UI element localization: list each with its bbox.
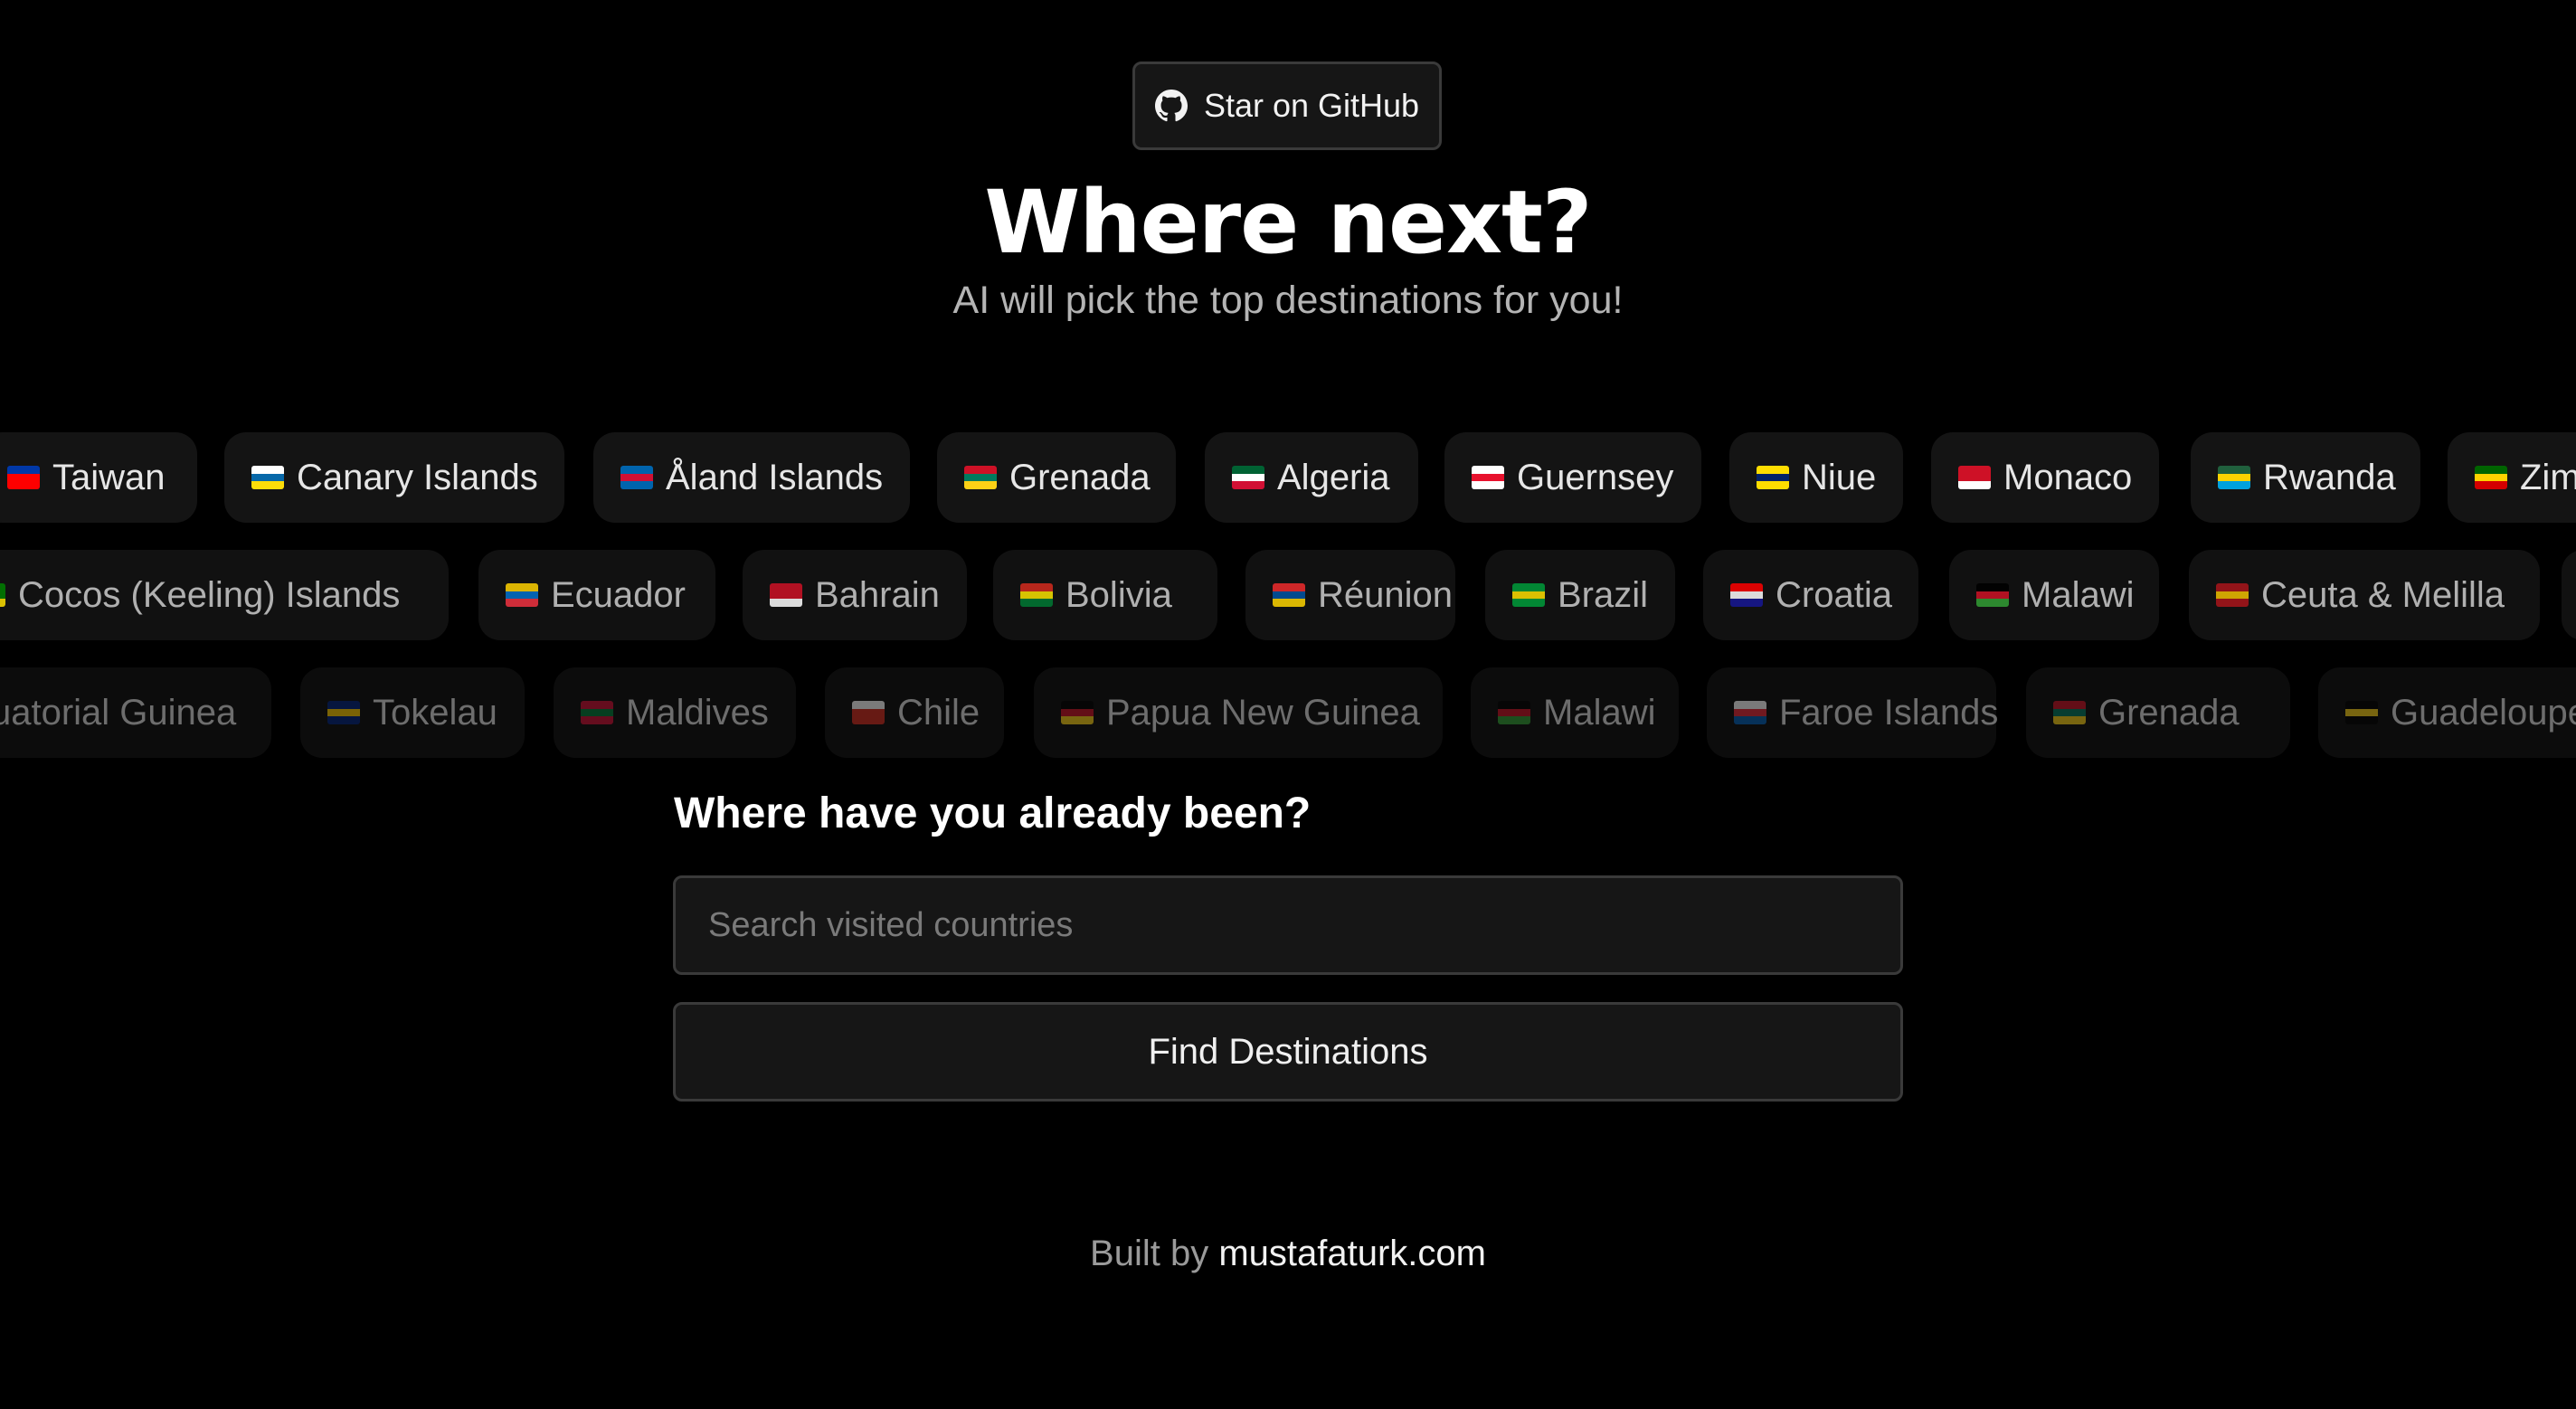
flag-icon: [1273, 583, 1305, 607]
destination-chip: Rwanda: [2191, 432, 2420, 523]
flag-icon: [2475, 466, 2507, 489]
footer-prefix: Built by: [1090, 1234, 1219, 1273]
destination-chip-label: Taiwan: [52, 457, 166, 497]
destination-chip: Zimbabwe: [2448, 432, 2576, 523]
flag-icon: [1232, 466, 1264, 489]
flag-icon: [2053, 701, 2086, 724]
destination-chip-label: Ecuador: [551, 574, 686, 615]
flag-icon: [1512, 583, 1545, 607]
destination-chip: Cocos (Keeling) Islands: [0, 550, 449, 640]
flag-icon: [1757, 466, 1789, 489]
flag-icon: [2218, 466, 2250, 489]
destination-chip-label: Bolivia: [1065, 574, 1172, 615]
destination-chip: Ecuador: [478, 550, 715, 640]
destination-chip-label: Ceuta & Melilla: [2261, 574, 2505, 615]
destination-chip: Chile: [825, 667, 1004, 758]
destination-chip: Grenada: [2026, 667, 2290, 758]
flag-icon: [1958, 466, 1991, 489]
flag-icon: [327, 701, 360, 724]
flag-icon: [0, 583, 5, 607]
destination-chip-label: Guernsey: [1517, 457, 1674, 497]
destination-chip: Réunion: [1245, 550, 1455, 640]
page: Star on GitHub Where next? AI will pick …: [0, 0, 2576, 1409]
flag-icon: [852, 701, 885, 724]
destination-chip: uatorial Guinea: [0, 667, 271, 758]
destination-chip: Faroe Islands: [1707, 667, 1999, 758]
destination-chip: Papua New Guinea: [1034, 667, 1443, 758]
destination-chip: Taiwan: [0, 432, 197, 523]
destination-chip: Guadeloupe: [2318, 667, 2576, 758]
destination-chip-label: Rwanda: [2263, 457, 2396, 497]
destination-chip: Bahrain: [743, 550, 967, 640]
destination-chip: Ceuta & Melilla: [2189, 550, 2540, 640]
flag-icon: [581, 701, 613, 724]
destination-chip: Åland Islands: [593, 432, 910, 523]
destination-chip-label: Algeria: [1277, 457, 1390, 497]
destination-chip-label: Chile: [897, 692, 980, 733]
destination-chip-label: Réunion: [1318, 574, 1454, 615]
destination-chip-label: Monaco: [2003, 457, 2133, 497]
flag-icon: [1061, 701, 1094, 724]
search-visited-input[interactable]: [673, 875, 1903, 975]
destination-chip: Malawi: [1471, 667, 1679, 758]
destination-chip-label: Guadeloupe: [2391, 692, 2576, 733]
destination-chip-label: Malawi: [1543, 692, 1656, 733]
flag-icon: [620, 466, 653, 489]
destination-chip-label: Croatia: [1776, 574, 1892, 615]
destination-chip-label: uatorial Guinea: [0, 692, 237, 733]
find-destinations-button[interactable]: Find Destinations: [673, 1002, 1903, 1102]
github-button-label: Star on GitHub: [1203, 87, 1420, 124]
flag-icon: [251, 466, 284, 489]
flag-icon: [1730, 583, 1763, 607]
flag-icon: [1498, 701, 1530, 724]
destination-chip: Malawi: [1949, 550, 2159, 640]
flag-icon: [1734, 701, 1766, 724]
star-on-github-button[interactable]: Star on GitHub: [1132, 61, 1442, 150]
destination-chip-label: Canary Islands: [297, 457, 538, 497]
flag-icon: [7, 466, 40, 489]
destination-chip: Monaco: [1931, 432, 2159, 523]
destination-chip-label: Zimbabwe: [2520, 457, 2576, 497]
flag-icon: [506, 583, 538, 607]
destination-chip: Bolivia: [993, 550, 1217, 640]
destination-chip-label: Maldives: [626, 692, 769, 733]
destination-chip: Guernsey: [1444, 432, 1701, 523]
flag-icon: [770, 583, 802, 607]
github-icon: [1154, 90, 1188, 122]
destination-chip-label: Brazil: [1558, 574, 1649, 615]
flag-icon: [964, 466, 997, 489]
destination-chip-label: Faroe Islands: [1779, 692, 1999, 733]
destination-chip: Brazil: [1485, 550, 1675, 640]
destination-chip: Maldives: [554, 667, 796, 758]
destination-chip-label: Tokelau: [373, 692, 497, 733]
destination-chip: Grenada: [937, 432, 1176, 523]
destination-chip-label: Niue: [1802, 457, 1877, 497]
destination-chip-label: Malawi: [2022, 574, 2135, 615]
flag-icon: [2345, 701, 2378, 724]
destination-chip: Algeria: [1205, 432, 1418, 523]
page-title: Where next?: [984, 172, 1592, 273]
destination-chip-label: Bahrain: [815, 574, 940, 615]
page-subtitle: AI will pick the top destinations for yo…: [952, 279, 1624, 322]
destination-chip-label: Grenada: [2098, 692, 2240, 733]
destination-chip-label: Grenada: [1009, 457, 1151, 497]
footer: Built by mustafaturk.com: [0, 1234, 2576, 1274]
destination-chip: Croatia: [1703, 550, 1918, 640]
destination-chip: Niue: [1729, 432, 1903, 523]
destination-chip-label: Papua New Guinea: [1106, 692, 1420, 733]
footer-author-link[interactable]: mustafaturk.com: [1218, 1234, 1486, 1273]
destination-chip: Canary Islands: [224, 432, 564, 523]
destination-chip-label: Åland Islands: [666, 457, 884, 497]
flag-icon: [1976, 583, 2009, 607]
visited-question-heading: Where have you already been?: [674, 790, 1312, 837]
destination-chip-label: Cocos (Keeling) Islands: [18, 574, 401, 615]
destination-chip: [2562, 550, 2576, 640]
flag-icon: [2216, 583, 2249, 607]
flag-icon: [1020, 583, 1053, 607]
flag-icon: [1472, 466, 1504, 489]
destination-chip: Tokelau: [300, 667, 525, 758]
